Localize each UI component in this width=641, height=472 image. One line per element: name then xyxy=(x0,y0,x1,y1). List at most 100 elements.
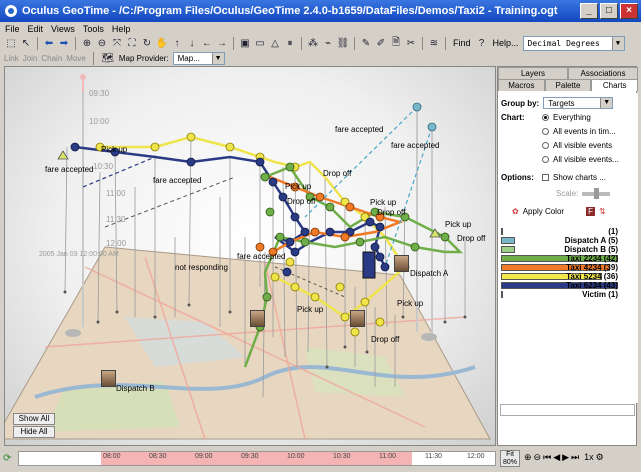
network-icon[interactable]: ⁂ xyxy=(306,36,320,50)
legend-row[interactable]: Taxi 4234 (39) xyxy=(501,262,618,272)
zoom-in-icon[interactable]: ⊕ xyxy=(524,452,532,463)
select-tool-icon[interactable]: ⬚ xyxy=(4,36,18,50)
tab-macros[interactable]: Macros xyxy=(498,79,545,91)
layers-icon[interactable]: ≋ xyxy=(427,36,441,50)
coordinate-format-select[interactable]: Decimal Degrees ▼ xyxy=(522,35,625,51)
legend-row[interactable]: Dispatch B (5) xyxy=(501,245,618,254)
event-annotation: Pick up xyxy=(297,305,324,314)
speed-label[interactable]: 1x xyxy=(584,452,594,463)
help-icon[interactable]: ? xyxy=(475,36,489,50)
arrow-right-icon[interactable]: → xyxy=(215,36,229,50)
fit-icon[interactable]: ⛶ xyxy=(125,36,139,50)
map-provider-select[interactable]: Map... ▼ xyxy=(172,52,225,65)
chart-option-label: Everything xyxy=(553,113,591,122)
legend-row[interactable]: Victim (1) xyxy=(501,289,618,299)
tab-associations[interactable]: Associations xyxy=(568,67,638,79)
arrow-left-icon[interactable]: ← xyxy=(200,36,214,50)
zoom-extent-icon[interactable]: ⤧ xyxy=(110,36,124,50)
zoom-out-icon[interactable]: ⊖ xyxy=(534,452,542,463)
menu-tools[interactable]: Tools xyxy=(83,24,104,34)
secondary-toolbar: Link Join Chain Move 🗺 Map Provider: Map… xyxy=(0,51,641,66)
triangle-icon[interactable]: △ xyxy=(268,36,282,50)
time-axis-marker xyxy=(80,74,86,80)
person-photo-marker[interactable] xyxy=(250,310,265,327)
chevron-down-icon: ▼ xyxy=(600,98,613,108)
help-button[interactable]: Help... xyxy=(490,38,522,48)
join-button[interactable]: Join xyxy=(23,54,38,63)
timeline-settings-icon[interactable]: ⚙ xyxy=(596,452,604,463)
step-forward-icon[interactable]: ▶ xyxy=(562,452,569,463)
rotate-icon[interactable]: ↻ xyxy=(140,36,154,50)
close-button[interactable]: × xyxy=(620,3,638,19)
back-arrow-icon[interactable]: ⬅ xyxy=(42,36,56,50)
zoom-in-icon[interactable]: ⊕ xyxy=(80,36,94,50)
show-charts-checkbox[interactable] xyxy=(542,174,549,181)
person-photo-marker[interactable] xyxy=(394,255,409,272)
move-button[interactable]: Move xyxy=(66,54,86,63)
charts-panel: Group by: Targets ▼ Chart: Everything Al… xyxy=(498,93,638,403)
note-icon[interactable]: 🗎 xyxy=(389,36,403,50)
pointer-tool-icon[interactable]: ↖ xyxy=(19,36,33,50)
zoom-out-icon[interactable]: ⊖ xyxy=(95,36,109,50)
event-annotation: Pick up xyxy=(445,220,472,229)
pan-hand-icon[interactable]: ✋ xyxy=(155,36,169,50)
person-photo-marker[interactable] xyxy=(350,310,365,327)
geotime-3d-viewport[interactable]: 09:30 10:00 10:30 11:00 11:30 12:00 2005… xyxy=(4,66,496,446)
legend-label: Taxi 4234 (39) xyxy=(566,262,618,272)
link-button[interactable]: Link xyxy=(4,54,19,63)
radio-visible-events[interactable] xyxy=(542,142,549,149)
arrow-up-icon[interactable]: ↑ xyxy=(170,36,184,50)
main-toolbar: ⬚ ↖ ⬅ ➡ ⊕ ⊖ ⤧ ⛶ ↻ ✋ ↑ ↓ ← → ▣ ▭ △ ⏸ ⁂ ⌁ … xyxy=(0,35,641,51)
group-by-select[interactable]: Targets ▼ xyxy=(543,97,614,109)
pause-icon[interactable]: ⏸ xyxy=(283,36,297,50)
radio-everything[interactable] xyxy=(542,114,549,121)
menu-views[interactable]: Views xyxy=(51,24,75,34)
apply-color-button[interactable]: Apply Color xyxy=(523,207,564,216)
skip-back-icon[interactable]: ⏮ xyxy=(543,452,551,463)
toolbar-divider xyxy=(354,36,355,50)
legend-row[interactable]: Taxi 2234 (42) xyxy=(501,254,618,263)
step-back-icon[interactable]: ◀ xyxy=(553,452,560,463)
show-all-button[interactable]: Show All xyxy=(13,413,55,425)
event-annotation: Pick up xyxy=(370,198,397,207)
event-annotation: Drop off xyxy=(323,169,352,178)
menu-edit[interactable]: Edit xyxy=(28,24,44,34)
cut-icon[interactable]: ✂ xyxy=(404,36,418,50)
legend-row[interactable]: Dispatch A (5) xyxy=(501,236,618,245)
radio-visible-events-2[interactable] xyxy=(542,156,549,163)
timeline-track[interactable]: 08:00 08:30 09:00 09:30 10:00 10:30 11:0… xyxy=(18,451,496,466)
link-icon[interactable]: ⌁ xyxy=(321,36,335,50)
arrow-down-icon[interactable]: ↓ xyxy=(185,36,199,50)
legend-row[interactable]: (1) xyxy=(501,227,618,236)
chain-icon[interactable]: ⛓ xyxy=(336,36,350,50)
pencil-icon[interactable]: ✎ xyxy=(359,36,373,50)
forward-arrow-icon[interactable]: ➡ xyxy=(57,36,71,50)
find-button[interactable]: Find xyxy=(450,38,474,48)
sort-az-icon[interactable]: ⇅ xyxy=(599,207,606,216)
tab-palette[interactable]: Palette xyxy=(544,79,592,91)
legend-row[interactable]: Taxi 5234 (36) xyxy=(501,272,618,281)
rectangle-icon[interactable]: ▭ xyxy=(253,36,267,50)
minimize-button[interactable]: _ xyxy=(580,3,598,19)
fit-button[interactable]: Fit 80% xyxy=(500,450,520,467)
tab-charts[interactable]: Charts xyxy=(591,79,639,91)
maximize-button[interactable]: □ xyxy=(600,3,618,19)
annotate-icon[interactable]: ✐ xyxy=(374,36,388,50)
legend-row[interactable]: Taxi 6234 (43) xyxy=(501,281,618,290)
scale-slider[interactable] xyxy=(582,187,611,199)
zoom-value: 80% xyxy=(502,459,517,466)
sort-icon[interactable]: F xyxy=(586,207,595,216)
chain-button[interactable]: Chain xyxy=(41,54,62,63)
menu-file[interactable]: File xyxy=(5,24,20,34)
frame-icon[interactable]: ▣ xyxy=(238,36,252,50)
menu-help[interactable]: Help xyxy=(112,24,131,34)
event-annotation: Pick up xyxy=(285,182,312,191)
hide-all-button[interactable]: Hide All xyxy=(13,426,55,438)
play-icon[interactable]: ⟳ xyxy=(3,453,14,464)
person-photo-marker[interactable] xyxy=(101,370,116,387)
radio-events-in-time[interactable] xyxy=(542,128,549,135)
legend-label: Victim (1) xyxy=(582,289,618,299)
legend-swatch xyxy=(501,245,515,253)
skip-forward-icon[interactable]: ⏭ xyxy=(571,452,579,463)
tab-layers[interactable]: Layers xyxy=(498,67,568,79)
